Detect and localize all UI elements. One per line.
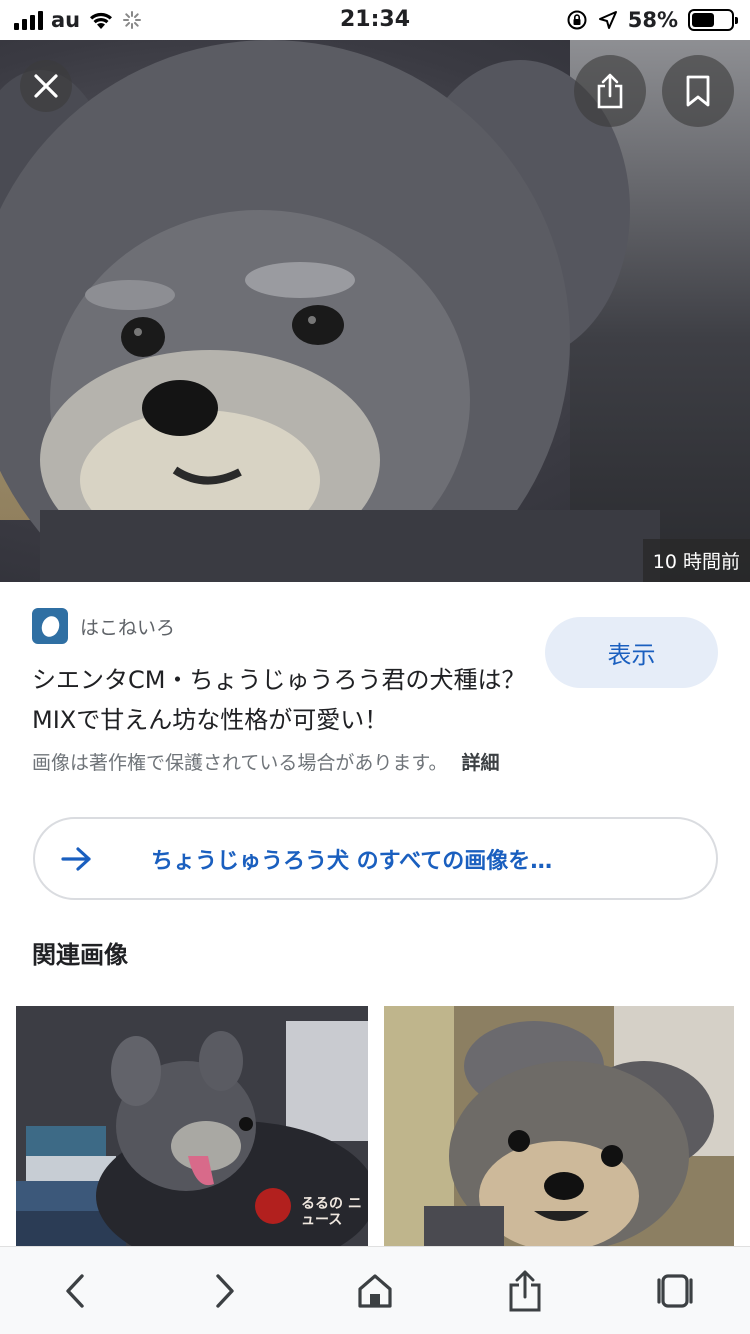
home-icon bbox=[358, 1273, 392, 1308]
copyright-notice: 画像は著作権で保護されている場合があります。 詳細 bbox=[32, 748, 500, 775]
close-button[interactable] bbox=[20, 60, 72, 112]
tabs-button[interactable] bbox=[645, 1261, 705, 1321]
share-icon bbox=[597, 73, 623, 109]
visit-button[interactable]: 表示 bbox=[545, 617, 718, 688]
toolbar-share-button[interactable] bbox=[495, 1261, 555, 1321]
location-icon bbox=[598, 11, 617, 29]
status-bar: au 21:34 58% bbox=[0, 0, 750, 40]
home-button[interactable] bbox=[345, 1261, 405, 1321]
rotation-lock-icon bbox=[567, 10, 587, 30]
tabs-icon bbox=[657, 1273, 693, 1308]
related-image-1[interactable]: るるの ニュース bbox=[16, 1006, 368, 1246]
image-title[interactable]: シエンタCM・ちょうじゅうろう君の犬種は？MIXで甘えん坊な性格が可愛い！ bbox=[32, 660, 532, 740]
bottom-toolbar bbox=[0, 1246, 750, 1334]
share-button[interactable] bbox=[574, 55, 646, 127]
main-image[interactable]: 10 時間前 bbox=[0, 40, 750, 582]
watermark: るるの ニュース bbox=[301, 1196, 362, 1228]
source-logo bbox=[32, 608, 68, 644]
all-images-label: ちょうじゅうろう犬 のすべての画像を… bbox=[151, 848, 553, 874]
forward-icon bbox=[216, 1273, 234, 1308]
battery-fill bbox=[692, 13, 715, 27]
bookmark-icon bbox=[686, 75, 710, 107]
arrow-right-icon bbox=[61, 846, 121, 872]
dog-photo bbox=[0, 40, 660, 582]
related-images-heading: 関連画像 bbox=[32, 941, 128, 969]
battery-percent: 58% bbox=[627, 8, 678, 32]
related-image-2-photo bbox=[384, 1006, 734, 1246]
source-row[interactable]: はこねいろ bbox=[32, 608, 175, 644]
forward-button[interactable] bbox=[195, 1261, 255, 1321]
bookmark-button[interactable] bbox=[662, 55, 734, 127]
copyright-text: 画像は著作権で保護されている場合があります。 bbox=[32, 752, 448, 774]
source-name: はこねいろ bbox=[80, 616, 176, 639]
battery-icon bbox=[688, 9, 738, 31]
time-ago-badge: 10 時間前 bbox=[642, 539, 750, 582]
related-image-2[interactable] bbox=[384, 1006, 734, 1246]
status-right: 58% bbox=[566, 8, 738, 32]
back-button[interactable] bbox=[45, 1261, 105, 1321]
back-icon bbox=[66, 1273, 84, 1308]
share-icon bbox=[509, 1270, 541, 1311]
details-link[interactable]: 詳細 bbox=[462, 752, 500, 774]
all-images-button[interactable]: ちょうじゅうろう犬 のすべての画像を… bbox=[33, 817, 718, 900]
close-icon bbox=[34, 74, 58, 98]
